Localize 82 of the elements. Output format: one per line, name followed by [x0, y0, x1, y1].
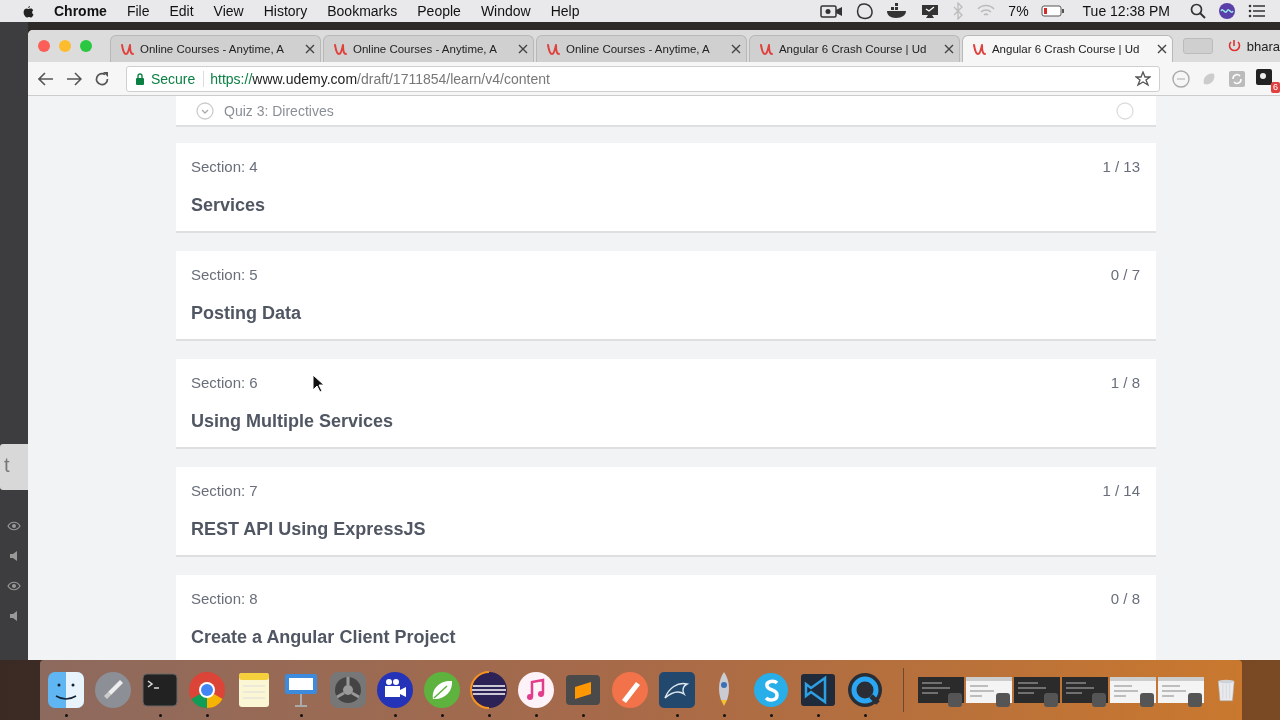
menu-item[interactable]: File — [126, 3, 150, 19]
gear-icon[interactable] — [328, 669, 368, 710]
section-title: Create a Angular Client Project — [191, 627, 457, 647]
u-logo-icon — [971, 42, 987, 56]
section-label: Section: 6 — [191, 373, 258, 393]
browser-tab[interactable]: Angular 6 Crash Course | Ud — [961, 35, 1173, 62]
clock[interactable]: Tue 12:38 PM — [1082, 3, 1170, 19]
secure-label: Secure — [150, 70, 205, 87]
close-icon[interactable] — [1156, 44, 1167, 54]
close-icon[interactable] — [730, 44, 741, 54]
blob-icon[interactable] — [856, 2, 875, 20]
menu-item[interactable]: People — [417, 3, 461, 19]
u-logo-icon — [120, 42, 135, 56]
menu-item[interactable]: View — [213, 3, 244, 19]
section-label: Section: 8 — [191, 589, 258, 609]
close-icon[interactable] — [305, 44, 315, 54]
menu-item[interactable]: Edit — [169, 3, 194, 19]
striped-circle-icon[interactable] — [469, 669, 509, 710]
progress-count: 1 / 13 — [1102, 157, 1140, 177]
browser-icon[interactable] — [187, 669, 227, 710]
section-label: Section: 4 — [191, 157, 258, 177]
display-icon[interactable] — [920, 3, 941, 19]
battery-icon[interactable] — [1040, 5, 1065, 17]
menu-app-name[interactable]: Chrome — [54, 3, 107, 19]
lock-icon — [134, 72, 145, 85]
section-card[interactable]: Section: 4 1 / 13 Services — [176, 143, 1156, 231]
section-card[interactable]: Section: 6 1 / 8 Using Multiple Services — [176, 359, 1156, 447]
u-logo-icon — [758, 42, 774, 56]
video-camera-icon[interactable] — [375, 669, 415, 710]
close-icon[interactable] — [517, 44, 528, 54]
orb-icon[interactable] — [1218, 2, 1236, 20]
speaker-icon[interactable] — [8, 610, 20, 622]
progress-count: 1 / 8 — [1110, 373, 1140, 393]
list-icon[interactable] — [1248, 4, 1266, 18]
leaf-icon[interactable] — [422, 669, 462, 710]
menu-item[interactable]: Bookmarks — [327, 3, 398, 19]
address-bar[interactable]: Secure https://www.udemy.com/draft/1711854/learn/v4/content — [125, 65, 1160, 92]
url-text: https://www.udemy.com/draft/1711854/learn/v4/content — [210, 70, 551, 87]
back-arrow-icon[interactable] — [38, 71, 54, 86]
progress-count: 0 / 7 — [1110, 265, 1140, 285]
menu-item[interactable]: Help — [550, 3, 580, 19]
completion-checkbox[interactable] — [1116, 101, 1134, 120]
search-icon[interactable] — [1190, 3, 1206, 19]
eye-icon[interactable] — [7, 580, 21, 592]
section-card[interactable]: Section: 7 1 / 14 REST API Using ExpressJS — [176, 467, 1156, 555]
browser-tab[interactable]: Angular 6 Crash Course | Ud — [748, 35, 960, 62]
close-icon[interactable] — [943, 44, 954, 54]
star-icon[interactable] — [1135, 70, 1151, 87]
progress-count: 1 / 14 — [1102, 481, 1140, 501]
u-logo-icon — [545, 42, 561, 56]
video-camera-icon[interactable] — [820, 3, 845, 19]
profile-button[interactable]: bhara — [1226, 38, 1280, 54]
cursor-icon — [312, 374, 326, 394]
reload-icon[interactable] — [93, 70, 110, 87]
section-title: Using Multiple Services — [191, 411, 395, 431]
music-note-icon[interactable] — [516, 669, 556, 710]
face-icon[interactable] — [46, 669, 86, 710]
menu-item[interactable]: Window — [480, 3, 531, 19]
pen-icon[interactable] — [610, 669, 650, 710]
dolphin-icon[interactable] — [657, 669, 697, 710]
browser-tab[interactable]: Online Courses - Anytime, A — [323, 35, 534, 62]
extension-button[interactable]: 6 — [1256, 68, 1280, 93]
u-logo-icon — [333, 42, 348, 56]
notification-badge: 6 — [1271, 81, 1280, 93]
section-label: Section: 5 — [191, 265, 258, 285]
power-icon — [1226, 39, 1243, 53]
section-card[interactable]: Section: 8 0 / 8 Create a Angular Client Project — [176, 575, 1156, 660]
eye-icon[interactable] — [7, 520, 21, 532]
browser-tab[interactable]: Online Courses - Anytime, A — [535, 35, 747, 62]
section-label: Section: 7 — [191, 481, 258, 501]
whale-icon[interactable] — [886, 3, 909, 19]
menu-item[interactable]: History — [263, 3, 308, 19]
section-title: Services — [191, 195, 267, 215]
dark-square-icon — [1256, 68, 1274, 87]
progress-count: 0 / 8 — [1110, 589, 1140, 609]
section-card[interactable]: Section: 5 0 / 7 Posting Data — [176, 251, 1156, 339]
section-title: Posting Data — [191, 303, 302, 323]
section-title: REST API Using ExpressJS — [191, 519, 427, 539]
speaker-icon[interactable] — [8, 550, 20, 562]
browser-tab[interactable]: Online Courses - Anytime, A — [110, 35, 321, 62]
battery-percent: 7% — [1008, 3, 1029, 19]
forward-arrow-icon[interactable] — [65, 71, 82, 86]
